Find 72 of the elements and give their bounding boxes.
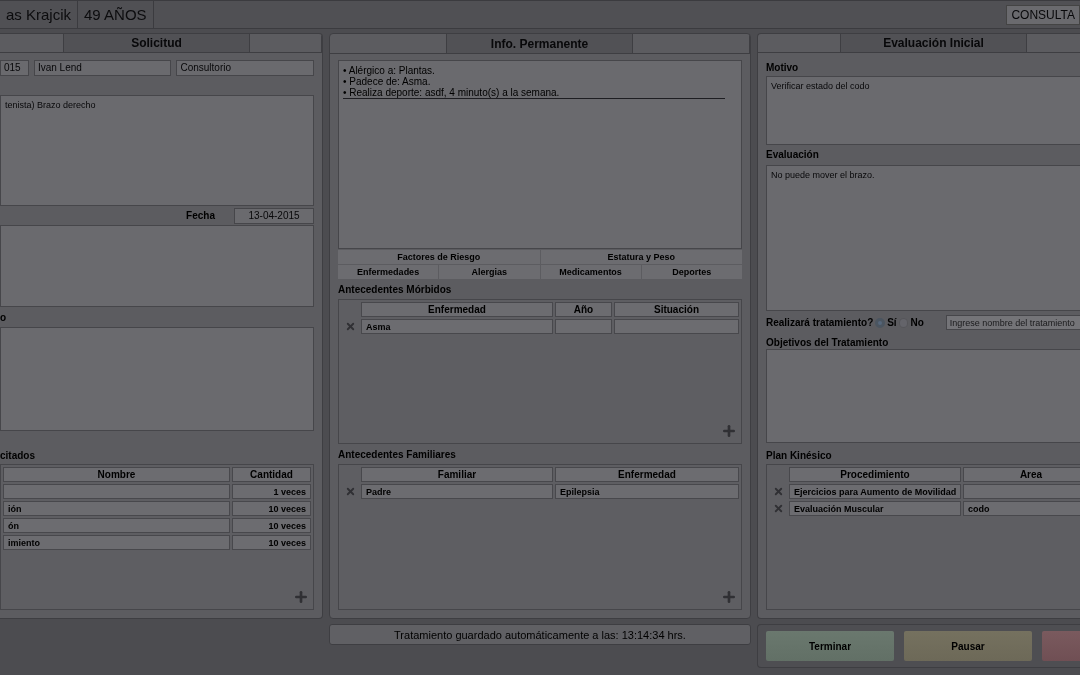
field-label: Evaluación [766, 148, 820, 163]
table-cell [555, 319, 612, 334]
cross-icon[interactable] [772, 486, 784, 497]
category-button[interactable]: Alergias [439, 265, 540, 279]
patient-age: 49 AÑOS [78, 1, 154, 28]
category-button[interactable]: Enfermedades [338, 265, 439, 279]
radio-button[interactable] [875, 317, 886, 328]
column-header: Situación [614, 302, 739, 317]
category-button[interactable]: Deportes [641, 265, 742, 279]
section-label: Plan Kinésico [766, 448, 833, 463]
table-cell: Padre [361, 484, 553, 499]
summary-line: • Padece de: Asma. [343, 76, 432, 87]
patient-name: as Krajcik [0, 1, 79, 28]
column-header: Cantidad [232, 467, 311, 482]
category-button[interactable]: Medicamentos [540, 265, 641, 279]
date-field[interactable]: 13-04-2015 [234, 207, 314, 224]
cross-icon[interactable] [344, 321, 356, 332]
action-button[interactable]: Pausar [904, 631, 1032, 661]
autosave-status: Tratamiento guardado automáticamente a las: 13:14:34 hrs. [329, 624, 751, 645]
cross-icon[interactable] [344, 486, 356, 497]
section-label: Antecedentes Mórbidos [338, 282, 453, 297]
field-label: Motivo [766, 61, 800, 76]
table-cell: Asma [361, 319, 553, 334]
section-label: citados [0, 448, 36, 463]
text-area[interactable] [766, 348, 1080, 443]
panel-tab[interactable]: Info. Permanente [447, 34, 633, 53]
mode-label: CONSULTA [1006, 4, 1080, 25]
category-button[interactable]: Estatura y Peso [540, 250, 742, 264]
table-cell: ón [3, 518, 230, 533]
section-label: o [0, 310, 8, 325]
table-cell: Evaluación Muscular [789, 501, 961, 516]
table-cell: 10 veces [232, 501, 311, 516]
column-header: Año [555, 302, 612, 317]
summary-line: • Alérgico a: Plantas. [343, 65, 436, 76]
column-header: Nombre [3, 467, 230, 482]
text-field[interactable]: Consultorio [176, 60, 314, 77]
column-header: Area [963, 467, 1080, 482]
table-cell: 10 veces [232, 535, 311, 550]
text-area[interactable] [0, 326, 314, 431]
column-header: Procedimiento [789, 467, 961, 482]
summary-line: • Realiza deporte: asdf, 4 minuto(s) a la semana. [343, 87, 561, 98]
table-cell: 10 veces [232, 518, 311, 533]
radio-label: Sí [887, 317, 897, 329]
column-header: Enfermedad [555, 467, 739, 482]
panel-tab[interactable]: Evaluación Inicial [841, 34, 1027, 53]
plus-icon[interactable] [293, 589, 309, 605]
table-cell: codo [963, 501, 1080, 516]
treatment-field[interactable]: Ingrese nombre del tratamiento [945, 315, 1080, 331]
plus-icon[interactable] [721, 423, 737, 439]
question-label: Realizará tratamiento? [766, 316, 874, 331]
table-cell: imiento [3, 535, 230, 550]
text-field[interactable]: Ivan Lend [33, 60, 172, 77]
table-cell: Ejercicios para Aumento de Movilidad [789, 484, 961, 499]
text-area[interactable]: Verificar estado del codo [766, 76, 1080, 146]
panel-tab[interactable]: Solicitud [64, 34, 250, 53]
text-area[interactable]: No puede mover el brazo. [766, 164, 1080, 311]
text-field[interactable]: 015 [0, 60, 29, 77]
text-area[interactable] [0, 225, 314, 308]
column-header: Familiar [361, 467, 553, 482]
action-button[interactable]: Terminar [766, 631, 894, 661]
category-button[interactable]: Factores de Riesgo [338, 250, 540, 264]
table-cell: Epilepsia [555, 484, 739, 499]
plus-icon[interactable] [721, 589, 737, 605]
radio-label: No [910, 317, 924, 329]
text-area[interactable]: tenista) Brazo derecho [0, 95, 314, 207]
column-header: Enfermedad [361, 302, 553, 317]
field-label: Objetivos del Tratamiento [766, 335, 890, 349]
field-label: Fecha [186, 209, 215, 224]
table-cell: 1 veces [232, 484, 311, 499]
cross-icon[interactable] [772, 503, 784, 514]
table-cell: ión [3, 501, 230, 516]
section-label: Antecedentes Familiares [338, 447, 457, 462]
